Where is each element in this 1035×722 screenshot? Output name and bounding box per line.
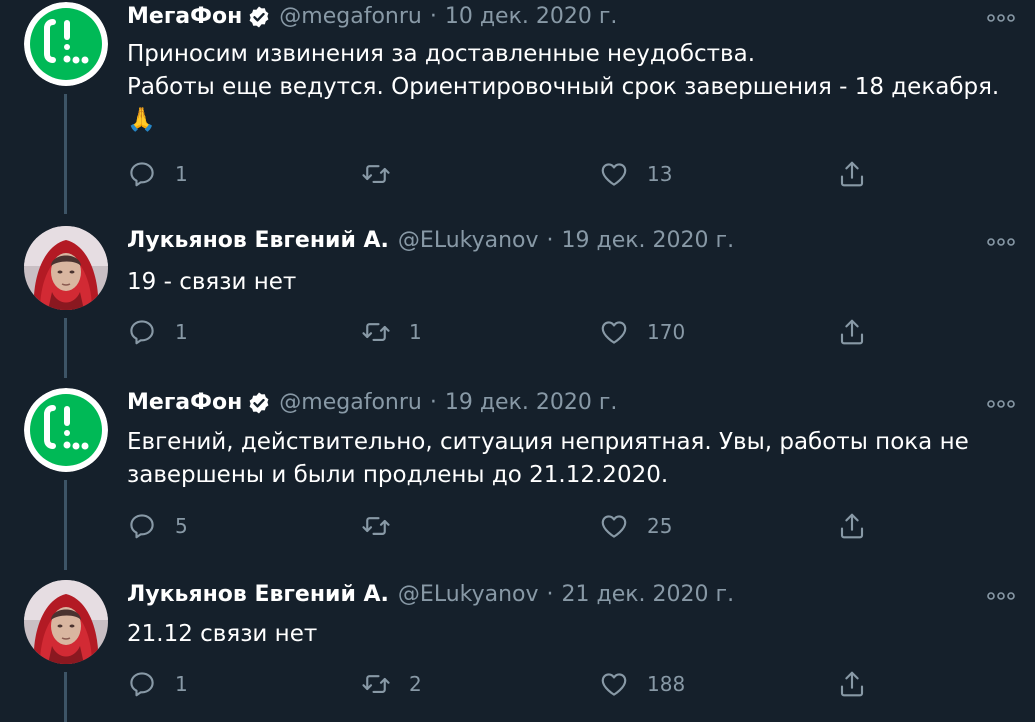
tweet-header: МегаФон @megafonru · 19 дек. 2020 г. — [127, 390, 617, 415]
tweet-actions: 5 25 — [127, 510, 887, 542]
author-handle[interactable]: @megafonru — [279, 4, 422, 29]
tweet-header: Лукьянов Евгений А. @ELukyanov · 19 дек.… — [127, 228, 734, 253]
thread-connector-line — [64, 318, 67, 378]
tweet-date[interactable]: 19 дек. 2020 г. — [562, 228, 735, 253]
user-photo-avatar — [24, 226, 108, 310]
share-button[interactable] — [837, 668, 867, 700]
tweet-date[interactable]: 21 дек. 2020 г. — [562, 582, 735, 607]
retweet-icon — [361, 669, 391, 699]
tweet-actions: 1 2 188 — [127, 668, 887, 700]
retweet-button[interactable] — [361, 510, 409, 542]
like-count: 188 — [647, 672, 686, 696]
reply-icon — [127, 511, 157, 541]
reply-icon — [127, 159, 157, 189]
reply-count: 1 — [175, 320, 188, 344]
reply-button[interactable]: 1 — [127, 316, 188, 348]
more-options-icon[interactable] — [986, 396, 1016, 412]
author-name[interactable]: Лукьянов Евгений А. — [127, 228, 389, 253]
avatar-megafon[interactable] — [24, 2, 108, 86]
tweet-actions: 1 1 170 — [127, 316, 887, 348]
tweet-text-line: завершены и были продлены до 21.12.2020. — [127, 462, 669, 488]
tweet-header: Лукьянов Евгений А. @ELukyanov · 21 дек.… — [127, 582, 734, 607]
share-icon — [837, 159, 867, 189]
megafon-logo-icon — [24, 388, 108, 472]
author-handle[interactable]: @megafonru — [279, 390, 422, 415]
author-handle[interactable]: @ELukyanov — [398, 228, 539, 253]
share-icon — [837, 317, 867, 347]
like-button[interactable]: 188 — [599, 668, 685, 700]
tweet-date[interactable]: 10 дек. 2020 г. — [445, 4, 618, 29]
share-icon — [837, 511, 867, 541]
retweet-button[interactable]: 1 — [361, 316, 422, 348]
like-button[interactable]: 13 — [599, 158, 672, 190]
reply-icon — [127, 317, 157, 347]
reply-count: 5 — [175, 514, 188, 538]
tweet-text-line: Евгений, действительно, ситуация неприят… — [127, 429, 969, 455]
heart-icon — [599, 159, 629, 189]
separator: · — [429, 390, 437, 415]
tweet-text: Евгений, действительно, ситуация неприят… — [127, 426, 969, 492]
like-count: 13 — [647, 162, 673, 186]
separator: · — [546, 228, 554, 253]
tweet-actions: 1 13 — [127, 158, 887, 190]
tweet-text: Приносим извинения за доставленные неудо… — [127, 38, 999, 137]
retweet-count: 2 — [409, 672, 422, 696]
separator: · — [429, 4, 437, 29]
more-options-icon[interactable] — [986, 588, 1016, 604]
like-count: 25 — [647, 514, 673, 538]
more-options-icon[interactable] — [986, 234, 1016, 250]
share-button[interactable] — [837, 158, 867, 190]
author-handle[interactable]: @ELukyanov — [398, 582, 539, 607]
retweet-icon — [361, 511, 391, 541]
author-name[interactable]: Лукьянов Евгений А. — [127, 582, 389, 607]
separator: · — [546, 582, 554, 607]
avatar-user[interactable] — [24, 226, 108, 310]
reply-button[interactable]: 5 — [127, 510, 188, 542]
share-button[interactable] — [837, 316, 867, 348]
reply-button[interactable]: 1 — [127, 668, 188, 700]
retweet-button[interactable] — [361, 158, 409, 190]
tweet-text-line: Работы еще ведутся. Ориентировочный срок… — [127, 74, 1000, 100]
like-button[interactable]: 25 — [599, 510, 672, 542]
tweet-header: МегаФон @megafonru · 10 дек. 2020 г. — [127, 4, 617, 29]
reply-count: 1 — [175, 162, 188, 186]
reply-icon — [127, 669, 157, 699]
verified-badge-icon — [247, 5, 271, 29]
tweet-text-line: Приносим извинения за доставленные неудо… — [127, 41, 756, 67]
like-button[interactable]: 170 — [599, 316, 685, 348]
thread-connector-line — [64, 672, 67, 722]
thread-connector-line — [64, 94, 67, 214]
thread-connector-line — [64, 480, 67, 570]
share-icon — [837, 669, 867, 699]
user-photo-avatar — [24, 580, 108, 664]
tweet-text-line: 21.12 связи нет — [127, 621, 318, 647]
retweet-icon — [361, 159, 391, 189]
praying-hands-emoji: 🙏 — [127, 107, 156, 133]
avatar-megafon[interactable] — [24, 388, 108, 472]
heart-icon — [599, 317, 629, 347]
like-count: 170 — [647, 320, 686, 344]
tweet-text-line: 19 - связи нет — [127, 269, 297, 295]
tweet-text: 19 - связи нет — [127, 266, 296, 299]
author-name[interactable]: МегаФон — [127, 390, 242, 415]
megafon-logo-icon — [24, 2, 108, 86]
heart-icon — [599, 511, 629, 541]
author-name[interactable]: МегаФон — [127, 4, 242, 29]
reply-count: 1 — [175, 672, 188, 696]
retweet-button[interactable]: 2 — [361, 668, 422, 700]
verified-badge-icon — [247, 391, 271, 415]
share-button[interactable] — [837, 510, 867, 542]
heart-icon — [599, 669, 629, 699]
avatar-user[interactable] — [24, 580, 108, 664]
tweet-text: 21.12 связи нет — [127, 618, 317, 651]
retweet-count: 1 — [409, 320, 422, 344]
retweet-icon — [361, 317, 391, 347]
reply-button[interactable]: 1 — [127, 158, 188, 190]
tweet-date[interactable]: 19 дек. 2020 г. — [445, 390, 618, 415]
more-options-icon[interactable] — [986, 10, 1016, 26]
